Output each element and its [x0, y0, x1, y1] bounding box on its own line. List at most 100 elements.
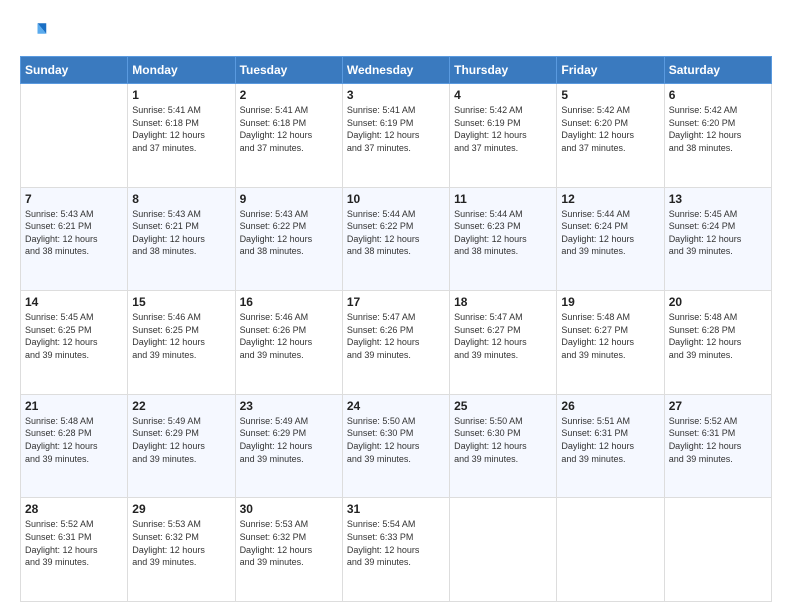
calendar-cell	[21, 84, 128, 188]
calendar-cell: 27 Sunrise: 5:52 AM Sunset: 6:31 PM Dayli…	[664, 394, 771, 498]
cell-info: Sunrise: 5:42 AM Sunset: 6:20 PM Dayligh…	[561, 104, 659, 154]
calendar-cell: 10 Sunrise: 5:44 AM Sunset: 6:22 PM Dayli…	[342, 187, 449, 291]
cell-info: Sunrise: 5:51 AM Sunset: 6:31 PM Dayligh…	[561, 415, 659, 465]
day-number: 10	[347, 192, 445, 206]
calendar-cell: 1Sunrise: 5:41 AM Sunset: 6:18 PM Daylig…	[128, 84, 235, 188]
day-number: 12	[561, 192, 659, 206]
weekday-header-saturday: Saturday	[664, 57, 771, 84]
day-number: 7	[25, 192, 123, 206]
cell-info: Sunrise: 5:52 AM Sunset: 6:31 PM Dayligh…	[669, 415, 767, 465]
calendar-cell: 18 Sunrise: 5:47 AM Sunset: 6:27 PM Dayli…	[450, 291, 557, 395]
day-number: 18	[454, 295, 552, 309]
calendar-cell: 9 Sunrise: 5:43 AM Sunset: 6:22 PM Daylig…	[235, 187, 342, 291]
weekday-header-thursday: Thursday	[450, 57, 557, 84]
day-number: 20	[669, 295, 767, 309]
day-number: 11	[454, 192, 552, 206]
cell-info: Sunrise: 5:46 AM Sunset: 6:26 PM Dayligh…	[240, 311, 338, 361]
calendar-cell: 26 Sunrise: 5:51 AM Sunset: 6:31 PM Dayli…	[557, 394, 664, 498]
calendar-cell: 6 Sunrise: 5:42 AM Sunset: 6:20 PM Daylig…	[664, 84, 771, 188]
day-number: 2	[240, 88, 338, 102]
day-number: 16	[240, 295, 338, 309]
calendar-cell: 19 Sunrise: 5:48 AM Sunset: 6:27 PM Dayli…	[557, 291, 664, 395]
calendar-cell: 29 Sunrise: 5:53 AM Sunset: 6:32 PM Dayli…	[128, 498, 235, 602]
calendar-cell: 11 Sunrise: 5:44 AM Sunset: 6:23 PM Dayli…	[450, 187, 557, 291]
logo-icon	[20, 18, 48, 46]
day-number: 25	[454, 399, 552, 413]
calendar-cell	[557, 498, 664, 602]
cell-info: Sunrise: 5:44 AM Sunset: 6:24 PM Dayligh…	[561, 208, 659, 258]
day-number: 22	[132, 399, 230, 413]
cell-info: Sunrise: 5:45 AM Sunset: 6:24 PM Dayligh…	[669, 208, 767, 258]
day-number: 14	[25, 295, 123, 309]
cell-info: Sunrise: 5:52 AM Sunset: 6:31 PM Dayligh…	[25, 518, 123, 568]
calendar-cell	[450, 498, 557, 602]
cell-info: Sunrise: 5:43 AM Sunset: 6:21 PM Dayligh…	[132, 208, 230, 258]
day-number: 24	[347, 399, 445, 413]
cell-info: Sunrise: 5:54 AM Sunset: 6:33 PM Dayligh…	[347, 518, 445, 568]
calendar: SundayMondayTuesdayWednesdayThursdayFrid…	[20, 56, 772, 602]
cell-info: Sunrise: 5:41 AM Sunset: 6:18 PM Dayligh…	[132, 104, 230, 154]
day-number: 28	[25, 502, 123, 516]
cell-info: Sunrise: 5:45 AM Sunset: 6:25 PM Dayligh…	[25, 311, 123, 361]
calendar-cell	[664, 498, 771, 602]
calendar-cell: 23 Sunrise: 5:49 AM Sunset: 6:29 PM Dayli…	[235, 394, 342, 498]
day-number: 13	[669, 192, 767, 206]
day-number: 30	[240, 502, 338, 516]
cell-info: Sunrise: 5:48 AM Sunset: 6:28 PM Dayligh…	[25, 415, 123, 465]
calendar-cell: 25 Sunrise: 5:50 AM Sunset: 6:30 PM Dayli…	[450, 394, 557, 498]
calendar-cell: 15 Sunrise: 5:46 AM Sunset: 6:25 PM Dayli…	[128, 291, 235, 395]
cell-info: Sunrise: 5:42 AM Sunset: 6:20 PM Dayligh…	[669, 104, 767, 154]
calendar-cell: 2 Sunrise: 5:41 AM Sunset: 6:18 PM Daylig…	[235, 84, 342, 188]
day-number: 26	[561, 399, 659, 413]
cell-info: Sunrise: 5:53 AM Sunset: 6:32 PM Dayligh…	[240, 518, 338, 568]
day-number: 3	[347, 88, 445, 102]
day-number: 8	[132, 192, 230, 206]
day-number: 19	[561, 295, 659, 309]
calendar-cell: 4 Sunrise: 5:42 AM Sunset: 6:19 PM Daylig…	[450, 84, 557, 188]
cell-info: Sunrise: 5:44 AM Sunset: 6:22 PM Dayligh…	[347, 208, 445, 258]
calendar-cell: 21Sunrise: 5:48 AM Sunset: 6:28 PM Dayli…	[21, 394, 128, 498]
day-number: 6	[669, 88, 767, 102]
day-number: 23	[240, 399, 338, 413]
calendar-cell: 24 Sunrise: 5:50 AM Sunset: 6:30 PM Dayli…	[342, 394, 449, 498]
cell-info: Sunrise: 5:50 AM Sunset: 6:30 PM Dayligh…	[347, 415, 445, 465]
logo	[20, 18, 52, 46]
weekday-header-monday: Monday	[128, 57, 235, 84]
calendar-cell: 14 Sunrise: 5:45 AM Sunset: 6:25 PM Dayli…	[21, 291, 128, 395]
calendar-cell: 7 Sunrise: 5:43 AM Sunset: 6:21 PM Daylig…	[21, 187, 128, 291]
cell-info: Sunrise: 5:47 AM Sunset: 6:26 PM Dayligh…	[347, 311, 445, 361]
day-number: 15	[132, 295, 230, 309]
cell-info: Sunrise: 5:53 AM Sunset: 6:32 PM Dayligh…	[132, 518, 230, 568]
cell-info: Sunrise: 5:43 AM Sunset: 6:21 PM Dayligh…	[25, 208, 123, 258]
calendar-cell: 31Sunrise: 5:54 AM Sunset: 6:33 PM Dayli…	[342, 498, 449, 602]
cell-info: Sunrise: 5:50 AM Sunset: 6:30 PM Dayligh…	[454, 415, 552, 465]
weekday-header-friday: Friday	[557, 57, 664, 84]
calendar-cell: 3 Sunrise: 5:41 AM Sunset: 6:19 PM Daylig…	[342, 84, 449, 188]
calendar-cell: 16 Sunrise: 5:46 AM Sunset: 6:26 PM Dayli…	[235, 291, 342, 395]
cell-info: Sunrise: 5:42 AM Sunset: 6:19 PM Dayligh…	[454, 104, 552, 154]
day-number: 29	[132, 502, 230, 516]
weekday-header-tuesday: Tuesday	[235, 57, 342, 84]
day-number: 5	[561, 88, 659, 102]
calendar-cell: 17 Sunrise: 5:47 AM Sunset: 6:26 PM Dayli…	[342, 291, 449, 395]
calendar-cell: 5 Sunrise: 5:42 AM Sunset: 6:20 PM Daylig…	[557, 84, 664, 188]
cell-info: Sunrise: 5:47 AM Sunset: 6:27 PM Dayligh…	[454, 311, 552, 361]
cell-info: Sunrise: 5:49 AM Sunset: 6:29 PM Dayligh…	[240, 415, 338, 465]
weekday-header-wednesday: Wednesday	[342, 57, 449, 84]
day-number: 9	[240, 192, 338, 206]
calendar-cell: 28 Sunrise: 5:52 AM Sunset: 6:31 PM Dayli…	[21, 498, 128, 602]
cell-info: Sunrise: 5:43 AM Sunset: 6:22 PM Dayligh…	[240, 208, 338, 258]
calendar-cell: 13 Sunrise: 5:45 AM Sunset: 6:24 PM Dayli…	[664, 187, 771, 291]
calendar-cell: 12 Sunrise: 5:44 AM Sunset: 6:24 PM Dayli…	[557, 187, 664, 291]
cell-info: Sunrise: 5:46 AM Sunset: 6:25 PM Dayligh…	[132, 311, 230, 361]
day-number: 4	[454, 88, 552, 102]
cell-info: Sunrise: 5:44 AM Sunset: 6:23 PM Dayligh…	[454, 208, 552, 258]
cell-info: Sunrise: 5:41 AM Sunset: 6:19 PM Dayligh…	[347, 104, 445, 154]
calendar-cell: 8 Sunrise: 5:43 AM Sunset: 6:21 PM Daylig…	[128, 187, 235, 291]
day-number: 27	[669, 399, 767, 413]
cell-info: Sunrise: 5:41 AM Sunset: 6:18 PM Dayligh…	[240, 104, 338, 154]
page: SundayMondayTuesdayWednesdayThursdayFrid…	[0, 0, 792, 612]
day-number: 17	[347, 295, 445, 309]
cell-info: Sunrise: 5:48 AM Sunset: 6:27 PM Dayligh…	[561, 311, 659, 361]
calendar-cell: 22Sunrise: 5:49 AM Sunset: 6:29 PM Dayli…	[128, 394, 235, 498]
